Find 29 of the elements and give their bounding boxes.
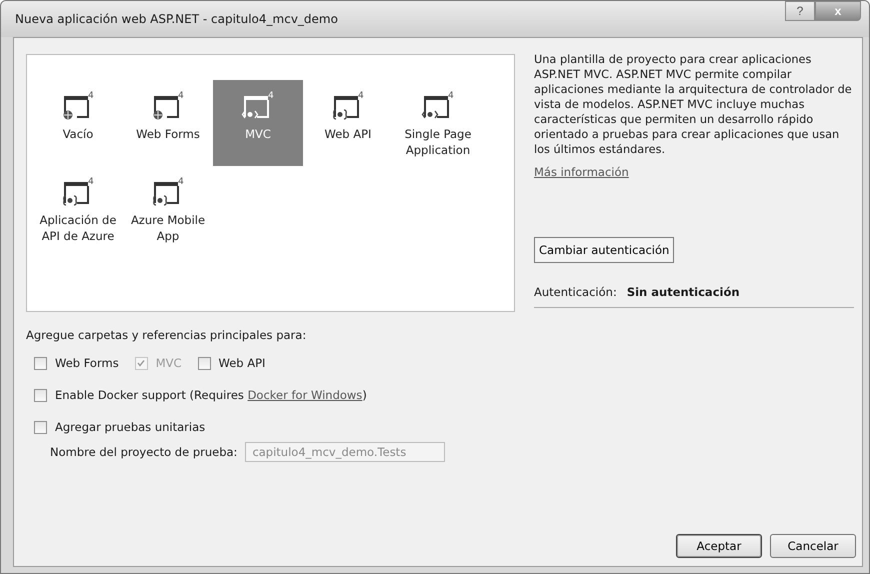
checkbox[interactable] (34, 420, 47, 434)
section-heading: Agregue carpetas y referencias principales para: (26, 328, 308, 342)
checkbox[interactable] (34, 388, 47, 402)
checkbox-label: MVC (156, 356, 182, 370)
template-item[interactable]: 4 MVC (213, 80, 303, 166)
more-info-link[interactable]: Más información (534, 165, 629, 179)
template-item[interactable]: 4 Aplicación de API de Azure (33, 166, 123, 252)
authentication-label: Autenticación: (534, 285, 617, 299)
help-button[interactable]: ? (785, 1, 815, 21)
template-item[interactable]: 4 Web Forms (123, 80, 213, 166)
checkbox[interactable] (198, 356, 211, 370)
checkbox-label: Agregar pruebas unitarias (55, 420, 206, 434)
checkbox-label: Enable Docker support (Requires Docker for Windows) (55, 388, 367, 402)
dialog-button[interactable]: Aceptar (676, 534, 762, 558)
checkbox-label: Web Forms (55, 356, 119, 370)
change-authentication-button[interactable]: Cambiar autenticación (534, 237, 674, 263)
template-description: Una plantilla de proyecto para crear aplicaciones ASP.NET MVC. ASP.NET MVC permite compilar aplicaciones mediante la arquitectura de controlador de vista de modelos. ASP.NET MVC incluye muchas características que permiten un desarrollo rápido orientado a pruebas para crear aplicaciones que usan los últimos estándares. (534, 52, 853, 157)
field-label: Nombre del proyecto de prueba: (50, 445, 238, 459)
template-item[interactable]: 4 Web API (303, 80, 393, 166)
window-title: Nueva aplicación web ASP.NET - capitulo4_mcv_demo (15, 12, 338, 26)
template-item[interactable]: 4 Vacío (33, 80, 123, 166)
authentication-value: Sin autenticación (626, 285, 740, 299)
checkbox-label: Web API (218, 356, 266, 370)
check-icon (136, 358, 146, 368)
dialog-button[interactable]: Cancelar (770, 534, 856, 558)
template-item[interactable]: 4 Azure Mobile App (123, 166, 213, 252)
template-item[interactable]: 4 Single Page Application (393, 80, 483, 166)
docker-link[interactable]: Docker for Windows (248, 388, 362, 402)
checkbox[interactable] (34, 356, 47, 370)
